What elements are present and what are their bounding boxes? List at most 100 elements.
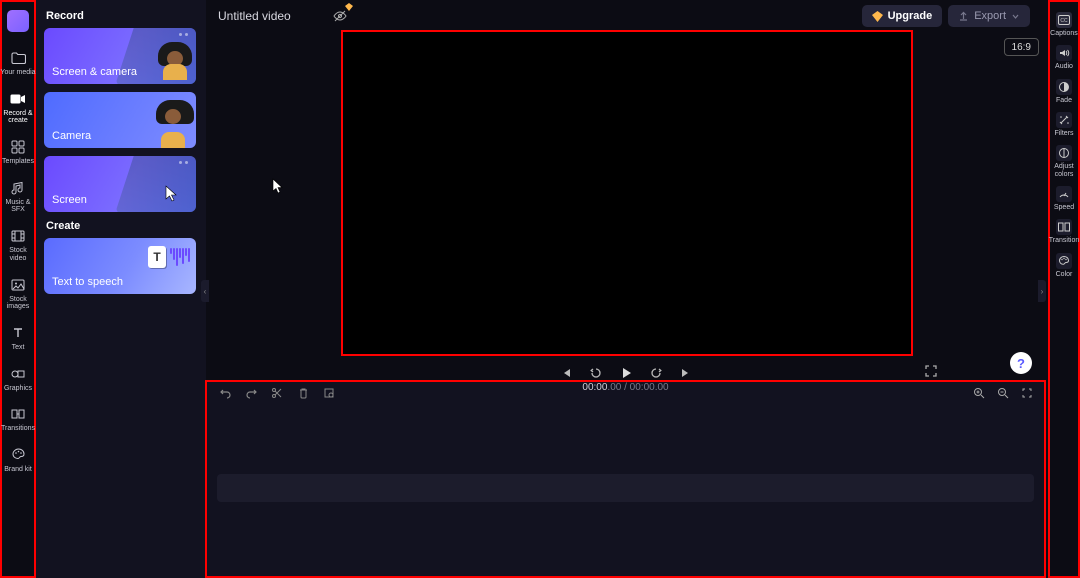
rail-label: Templates bbox=[2, 158, 34, 166]
rail-stock-video[interactable]: Stock video bbox=[0, 222, 36, 270]
rr-audio[interactable]: Audio bbox=[1048, 41, 1080, 74]
rail-transitions[interactable]: Transitions bbox=[0, 400, 36, 441]
skip-forward-button[interactable] bbox=[678, 365, 694, 381]
templates-icon bbox=[10, 139, 26, 155]
panel-collapse-right[interactable]: › bbox=[1038, 280, 1046, 302]
filters-icon bbox=[1056, 112, 1072, 128]
rail-record-create[interactable]: Record & create bbox=[0, 85, 36, 133]
eye-off-icon bbox=[332, 9, 348, 23]
tts-illustration: T bbox=[148, 246, 190, 268]
rr-label: Transition bbox=[1049, 237, 1079, 244]
rail-brand-kit[interactable]: Brand kit bbox=[0, 441, 36, 482]
rr-label: Filters bbox=[1054, 130, 1073, 137]
rail-text[interactable]: Text bbox=[0, 319, 36, 360]
redo-button[interactable] bbox=[243, 385, 259, 401]
card-label: Text to speech bbox=[52, 276, 123, 288]
upgrade-label: Upgrade bbox=[888, 10, 933, 22]
export-button[interactable]: Export bbox=[948, 5, 1030, 27]
rail-templates[interactable]: Templates bbox=[0, 133, 36, 174]
window-dots bbox=[179, 161, 188, 164]
text-icon bbox=[10, 325, 26, 341]
film-icon bbox=[10, 228, 26, 244]
rr-label: Adjust colors bbox=[1048, 163, 1080, 178]
preview-canvas[interactable] bbox=[343, 32, 911, 354]
split-button[interactable] bbox=[269, 385, 285, 401]
rr-fade[interactable]: Fade bbox=[1048, 75, 1080, 108]
top-bar: Upgrade Export bbox=[206, 0, 1038, 32]
card-screen-and-camera[interactable]: Screen & camera bbox=[44, 28, 196, 84]
rr-label: Audio bbox=[1055, 63, 1073, 70]
right-rail: CC Captions Audio Fade Filters Adjust co… bbox=[1048, 0, 1080, 578]
rail-your-media[interactable]: Your media bbox=[0, 44, 36, 85]
rr-label: Speed bbox=[1054, 204, 1074, 211]
rail-label: Stock images bbox=[0, 296, 36, 311]
timeline-track[interactable] bbox=[217, 474, 1034, 502]
window-dots bbox=[179, 33, 188, 36]
toggle-premium-visibility[interactable] bbox=[330, 6, 350, 26]
timeline-timecode: 00:00.00 / 00:00.00 bbox=[582, 382, 668, 393]
speed-icon bbox=[1056, 186, 1072, 202]
rail-stock-images[interactable]: Stock images bbox=[0, 271, 36, 319]
rr-captions[interactable]: CC Captions bbox=[1048, 8, 1080, 41]
canvas-wrapper bbox=[341, 30, 913, 356]
rr-filters[interactable]: Filters bbox=[1048, 108, 1080, 141]
delete-button[interactable] bbox=[295, 385, 311, 401]
graphics-icon bbox=[10, 366, 26, 382]
diamond-icon bbox=[345, 3, 353, 11]
rr-speed[interactable]: Speed bbox=[1048, 182, 1080, 215]
crop-button[interactable] bbox=[321, 385, 337, 401]
card-camera[interactable]: Camera bbox=[44, 92, 196, 148]
brand-icon bbox=[10, 447, 26, 463]
card-label: Screen bbox=[52, 194, 87, 206]
captions-icon: CC bbox=[1056, 12, 1072, 28]
rail-label: Your media bbox=[0, 69, 35, 77]
rail-label: Transitions bbox=[1, 425, 35, 433]
project-title-input[interactable] bbox=[218, 9, 328, 23]
step-back-button[interactable] bbox=[588, 365, 604, 381]
transitions-icon bbox=[10, 406, 26, 422]
rr-transition[interactable]: Transition bbox=[1048, 215, 1080, 248]
image-icon bbox=[10, 277, 26, 293]
export-label: Export bbox=[974, 10, 1006, 22]
rr-adjust-colors[interactable]: Adjust colors bbox=[1048, 141, 1080, 182]
step-forward-button[interactable] bbox=[648, 365, 664, 381]
upgrade-button[interactable]: Upgrade bbox=[862, 5, 943, 27]
zoom-in-button[interactable] bbox=[972, 386, 986, 400]
rail-label: Music & SFX bbox=[0, 199, 36, 214]
rr-label: Fade bbox=[1056, 97, 1072, 104]
rail-music[interactable]: Music & SFX bbox=[0, 174, 36, 222]
section-record-header: Record bbox=[46, 10, 198, 22]
skip-back-button[interactable] bbox=[558, 365, 574, 381]
card-text-to-speech[interactable]: T Text to speech bbox=[44, 238, 196, 294]
undo-button[interactable] bbox=[217, 385, 233, 401]
timeline: 00:00.00 / 00:00.00 bbox=[205, 380, 1046, 578]
help-button[interactable]: ? bbox=[1010, 352, 1032, 374]
play-button[interactable] bbox=[618, 365, 634, 381]
section-create-header: Create bbox=[46, 220, 198, 232]
rail-graphics[interactable]: Graphics bbox=[0, 360, 36, 401]
adjust-icon bbox=[1056, 145, 1072, 161]
rail-label: Graphics bbox=[4, 385, 32, 393]
card-label: Screen & camera bbox=[52, 66, 137, 78]
zoom-fit-button[interactable] bbox=[1020, 386, 1034, 400]
fullscreen-button[interactable] bbox=[924, 364, 938, 378]
fade-icon bbox=[1056, 79, 1072, 95]
rail-label: Text bbox=[12, 344, 25, 352]
card-label: Camera bbox=[52, 130, 91, 142]
card-screen[interactable]: Screen bbox=[44, 156, 196, 212]
rail-label: Brand kit bbox=[4, 466, 32, 474]
app-logo[interactable] bbox=[7, 10, 29, 32]
cursor-illustration bbox=[164, 184, 182, 202]
rr-color[interactable]: Color bbox=[1048, 249, 1080, 282]
rr-label: Captions bbox=[1050, 30, 1078, 37]
left-panel: Record Screen & camera Camera Screen Cre… bbox=[36, 0, 206, 578]
aspect-ratio-button[interactable]: 16:9 bbox=[1004, 38, 1039, 56]
transition-icon bbox=[1056, 219, 1072, 235]
svg-text:CC: CC bbox=[1060, 18, 1068, 24]
device-illustration bbox=[116, 156, 196, 212]
left-rail: Your media Record & create Templates Mus… bbox=[0, 0, 36, 578]
color-icon bbox=[1056, 253, 1072, 269]
music-icon bbox=[10, 180, 26, 196]
chevron-down-icon bbox=[1011, 12, 1020, 21]
zoom-out-button[interactable] bbox=[996, 386, 1010, 400]
